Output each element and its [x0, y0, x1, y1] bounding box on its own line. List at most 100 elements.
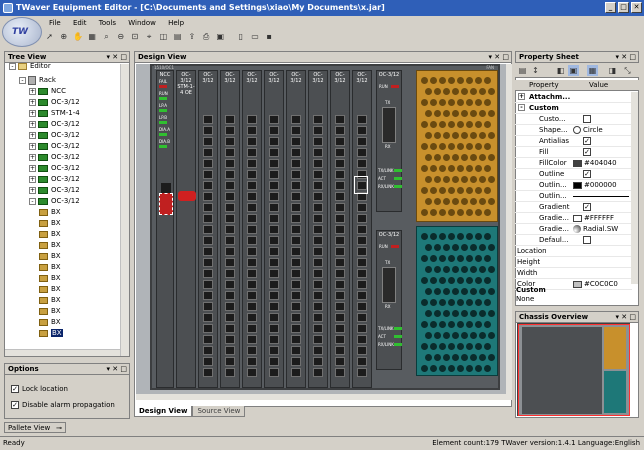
port[interactable] [269, 203, 279, 212]
port[interactable] [357, 115, 367, 124]
port[interactable] [247, 148, 257, 157]
tree-node[interactable]: - OC-3/12 [29, 196, 80, 207]
expand-toggle-icon[interactable]: - [29, 197, 36, 205]
port[interactable] [225, 192, 235, 201]
property-row[interactable]: Gradient ✓ [515, 202, 632, 213]
property-row[interactable]: + Attachm... [515, 92, 632, 103]
port[interactable] [291, 368, 301, 377]
port[interactable] [269, 115, 279, 124]
disable-alarm-checkbox[interactable]: ✓ [11, 401, 19, 409]
property-row[interactable]: Gradie... Radial.SW [515, 224, 632, 235]
port[interactable] [203, 181, 213, 190]
port[interactable] [225, 148, 235, 157]
port[interactable] [313, 214, 323, 223]
port[interactable] [225, 159, 235, 168]
zoom-area-icon[interactable]: ⌖ [144, 31, 155, 42]
port[interactable] [291, 126, 301, 135]
property-value[interactable]: ✓ [573, 136, 594, 147]
port[interactable] [203, 148, 213, 157]
port[interactable] [269, 126, 279, 135]
property-value[interactable]: #404040 [573, 158, 617, 169]
port[interactable] [313, 280, 323, 289]
port[interactable] [247, 192, 257, 201]
port[interactable] [203, 324, 213, 333]
port[interactable] [291, 302, 301, 311]
tree-node[interactable]: BX [39, 229, 61, 240]
port[interactable] [247, 214, 257, 223]
slot-card[interactable]: OC-3/12 [330, 70, 350, 388]
port[interactable] [225, 236, 235, 245]
overview-icon[interactable]: ◫ [158, 31, 169, 42]
expand-toggle-icon[interactable]: + [29, 153, 36, 161]
port[interactable] [313, 324, 323, 333]
port[interactable] [269, 280, 279, 289]
expand-toggle-icon[interactable]: + [29, 131, 36, 139]
port[interactable] [225, 302, 235, 311]
grid-icon[interactable]: ▦ [87, 31, 98, 42]
property-row[interactable]: Gradie... #FFFFFF [515, 213, 632, 224]
port[interactable] [313, 159, 323, 168]
maximize-button[interactable]: □ [618, 2, 629, 13]
port[interactable] [357, 357, 367, 366]
port[interactable] [357, 126, 367, 135]
port[interactable] [225, 170, 235, 179]
panel-controls[interactable]: ▾ ✕ □ [489, 52, 509, 63]
transceiver-port[interactable] [382, 107, 396, 143]
panel-controls[interactable]: ▾ ✕ □ [107, 364, 127, 375]
port[interactable] [335, 368, 345, 377]
expand-toggle-icon[interactable]: + [29, 109, 36, 117]
chassis[interactable]: 1510/OC1 FAN NCC FAIL RUN LP.A LP.B DIA.A DIA.… [150, 64, 500, 390]
port[interactable] [269, 313, 279, 322]
port[interactable] [291, 258, 301, 267]
port[interactable] [269, 181, 279, 190]
port[interactable] [291, 159, 301, 168]
tree-node[interactable]: BX [39, 284, 61, 295]
show-hidden-icon[interactable]: ◧ [555, 65, 566, 76]
port[interactable] [247, 335, 257, 344]
port[interactable] [335, 159, 345, 168]
port[interactable] [247, 269, 257, 278]
port[interactable] [269, 335, 279, 344]
port[interactable] [203, 368, 213, 377]
port[interactable] [269, 192, 279, 201]
port[interactable] [291, 170, 301, 179]
property-scrollbar[interactable] [631, 92, 638, 284]
port[interactable] [335, 181, 345, 190]
port[interactable] [225, 313, 235, 322]
disable-alarm-option[interactable]: ✓ Disable alarm propagation [11, 400, 115, 410]
port[interactable] [335, 115, 345, 124]
pan-icon[interactable]: ✋ [72, 31, 83, 42]
port[interactable] [247, 181, 257, 190]
property-value[interactable] [573, 114, 594, 125]
port[interactable] [269, 324, 279, 333]
port[interactable] [225, 225, 235, 234]
close-button[interactable]: ✕ [631, 2, 642, 13]
port[interactable] [203, 313, 213, 322]
layout-icon[interactable]: ▤ [172, 31, 183, 42]
port[interactable] [269, 170, 279, 179]
export-icon[interactable]: ⇪ [186, 31, 197, 42]
port[interactable] [269, 346, 279, 355]
port[interactable] [247, 357, 257, 366]
zoom-in-icon[interactable]: ⊕ [58, 31, 69, 42]
tree-node[interactable]: + OC-3/12 [29, 152, 80, 163]
port[interactable] [313, 115, 323, 124]
port[interactable] [313, 126, 323, 135]
port[interactable] [357, 148, 367, 157]
property-value[interactable] [573, 191, 629, 202]
port[interactable] [203, 269, 213, 278]
slot-module-bottom[interactable]: OC-3/12 RUN TX RX TX/LINK ACT RX/LINK [376, 230, 402, 370]
tree-node[interactable]: BX [39, 306, 61, 317]
property-checkbox[interactable]: ✓ [583, 203, 591, 211]
port[interactable] [291, 137, 301, 146]
port[interactable] [203, 203, 213, 212]
property-row[interactable]: Outlin... [515, 191, 632, 202]
expand-toggle-icon[interactable]: + [29, 98, 36, 106]
pin-icon[interactable]: ⊸ [56, 423, 62, 433]
expand-toggle-icon[interactable]: - [19, 76, 26, 84]
port[interactable] [313, 170, 323, 179]
port[interactable] [203, 115, 213, 124]
port[interactable] [313, 269, 323, 278]
slot-card[interactable]: OC-3/12 [308, 70, 328, 388]
port[interactable] [291, 236, 301, 245]
